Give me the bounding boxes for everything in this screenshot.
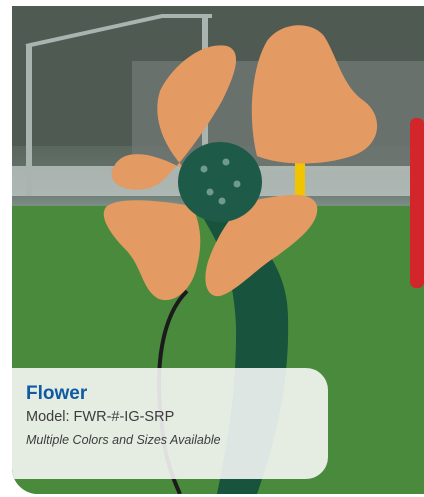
bolt-icon bbox=[200, 165, 208, 173]
flower-center bbox=[178, 142, 262, 222]
bolt-icon bbox=[218, 197, 226, 205]
product-model-number: Model: FWR-#-IG-SRP bbox=[26, 409, 175, 425]
product-card[interactable]: Flower Model: FWR-#-IG-SRP Multiple Colo… bbox=[12, 6, 424, 494]
bolt-icon bbox=[222, 158, 230, 166]
product-title[interactable]: Flower bbox=[26, 383, 328, 405]
bolt-icon bbox=[233, 180, 241, 188]
bolt-icon bbox=[206, 188, 214, 196]
product-caption: Flower Model: FWR-#-IG-SRP Multiple Colo… bbox=[12, 368, 328, 479]
red-post bbox=[410, 118, 424, 288]
availability-note: Multiple Colors and Sizes Available bbox=[26, 433, 221, 447]
railing-post bbox=[26, 46, 32, 196]
